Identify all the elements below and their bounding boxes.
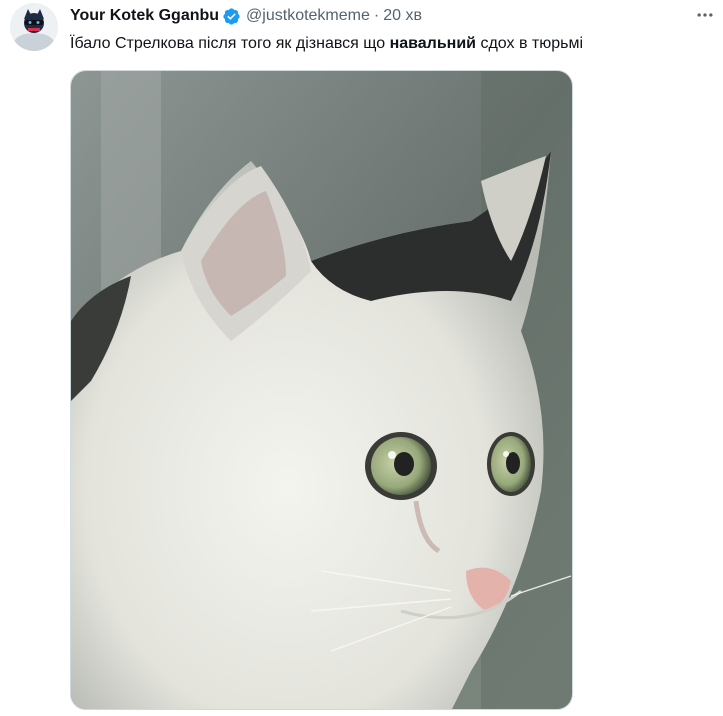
tweet-timestamp[interactable]: 20 хв: [383, 7, 422, 25]
tweet-header: Your Kotek Gganbu @justkotekmeme · 20 хв: [70, 4, 422, 28]
author-display-name[interactable]: Your Kotek Gganbu: [70, 7, 219, 25]
tweet-text: Їбало Стрелкова після того як дізнався щ…: [70, 34, 583, 54]
tweet-text-bold: навальний: [389, 35, 477, 52]
cat-photo: [71, 71, 572, 709]
verified-badge-icon: [222, 7, 241, 26]
tweet-text-part: Їбало Стрелкова після того як дізнався щ…: [70, 35, 390, 52]
avatar[interactable]: [10, 3, 58, 51]
more-options-button[interactable]: [692, 4, 718, 26]
tweet-text-part-end: сдох в тюрьмі: [476, 35, 584, 52]
tweet-photo[interactable]: [70, 70, 573, 710]
more-horizontal-icon: [697, 13, 713, 17]
tweet: Your Kotek Gganbu @justkotekmeme · 20 хв…: [0, 0, 723, 716]
avatar-image: [10, 3, 58, 51]
header-separator: ·: [373, 7, 380, 24]
author-handle[interactable]: @justkotekmeme: [246, 7, 370, 25]
